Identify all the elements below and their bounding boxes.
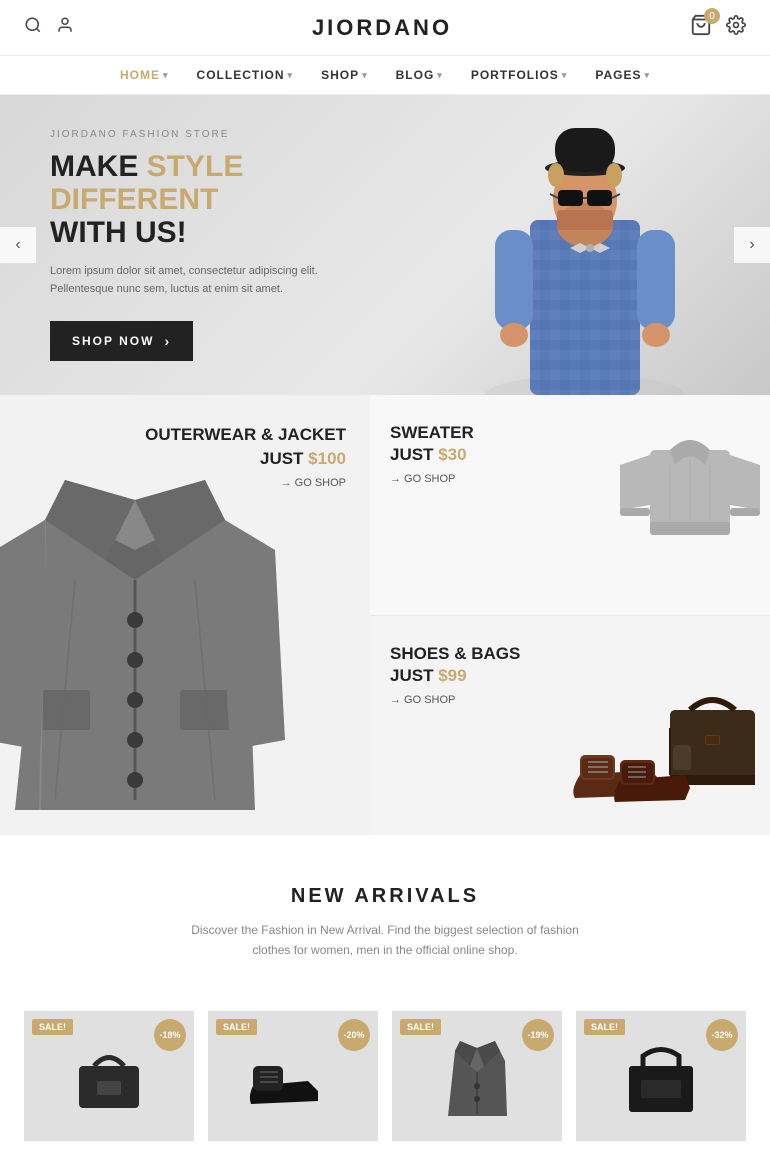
cart-button[interactable]: 0	[690, 14, 712, 41]
header: JIORDANO 0	[0, 0, 770, 56]
chevron-down-icon: ▾	[288, 70, 294, 81]
chevron-down-icon: ▾	[644, 70, 650, 81]
nav-item-pages[interactable]: PAGES ▾	[595, 68, 650, 82]
product-card-4[interactable]: SALE! -32%	[576, 1011, 746, 1141]
nav-item-portfolios[interactable]: PORTFOLIOS ▾	[471, 68, 568, 82]
slider-prev-button[interactable]: ‹	[0, 227, 36, 263]
hero-store-name: JIORDANO FASHION STORE	[50, 129, 370, 140]
category-right-col: SWEATER JUST $30 → GO SHOP	[370, 395, 770, 835]
discount-badge-4: -32%	[706, 1019, 738, 1051]
chevron-down-icon: ▾	[437, 70, 443, 81]
category-sweater: SWEATER JUST $30 → GO SHOP	[370, 395, 770, 616]
shop-now-button[interactable]: SHOP NOW ›	[50, 321, 193, 361]
discount-badge-1: -18%	[154, 1019, 186, 1051]
hero-title: MAKE STYLE DIFFERENT WITH US!	[50, 150, 370, 249]
new-arrivals-subtitle: Discover the Fashion in New Arrival. Fin…	[175, 920, 595, 961]
sweater-image	[620, 410, 760, 545]
nav-item-home[interactable]: HOME ▾	[120, 68, 169, 82]
discount-badge-3: -19%	[522, 1019, 554, 1051]
nav-item-shop[interactable]: SHOP ▾	[321, 68, 368, 82]
category-shoes-bags: SHOES & BAGS JUST $99 → GO SHOP	[370, 616, 770, 836]
nav-item-blog[interactable]: BLOG ▾	[396, 68, 443, 82]
site-logo[interactable]: JIORDANO	[312, 15, 452, 41]
category-outerwear: OUTERWEAR & JACKET JUST $100 → GO SHOP	[0, 395, 370, 835]
nav-item-collection[interactable]: COLLECTION ▾	[197, 68, 294, 82]
coat-image	[0, 460, 285, 835]
product-card-2[interactable]: SALE! -20%	[208, 1011, 378, 1141]
settings-icon[interactable]	[726, 15, 746, 40]
outerwear-title: OUTERWEAR & JACKET	[0, 425, 346, 445]
new-arrivals-section: NEW ARRIVALS Discover the Fashion in New…	[0, 835, 770, 1011]
hero-section: JIORDANO FASHION STORE MAKE STYLE DIFFER…	[0, 95, 770, 395]
hero-model-image	[440, 100, 730, 395]
main-nav: HOME ▾ COLLECTION ▾ SHOP ▾ BLOG ▾ PORTFO…	[0, 56, 770, 95]
user-icon[interactable]	[56, 16, 74, 39]
header-right-icons: 0	[690, 14, 746, 41]
chevron-down-icon: ▾	[562, 70, 568, 81]
chevron-down-icon: ▾	[362, 70, 368, 81]
shoes-title: SHOES & BAGS	[390, 644, 750, 664]
product-card-1[interactable]: SALE! -18%	[24, 1011, 194, 1141]
category-grid: OUTERWEAR & JACKET JUST $100 → GO SHOP	[0, 395, 770, 835]
arrow-icon: ›	[164, 333, 171, 349]
header-left-icons	[24, 16, 74, 39]
hero-content: JIORDANO FASHION STORE MAKE STYLE DIFFER…	[0, 95, 420, 395]
search-icon[interactable]	[24, 16, 42, 39]
discount-badge-2: -20%	[338, 1019, 370, 1051]
slider-next-button[interactable]: ›	[734, 227, 770, 263]
product-card-3[interactable]: SALE! -19%	[392, 1011, 562, 1141]
product-grid: SALE! -18% SALE! -20%	[0, 1011, 770, 1161]
chevron-down-icon: ▾	[163, 70, 169, 81]
hero-subtitle: Lorem ipsum dolor sit amet, consectetur …	[50, 263, 370, 298]
cart-badge: 0	[704, 8, 720, 24]
shoes-bags-image	[570, 680, 770, 825]
new-arrivals-title: NEW ARRIVALS	[30, 885, 740, 908]
